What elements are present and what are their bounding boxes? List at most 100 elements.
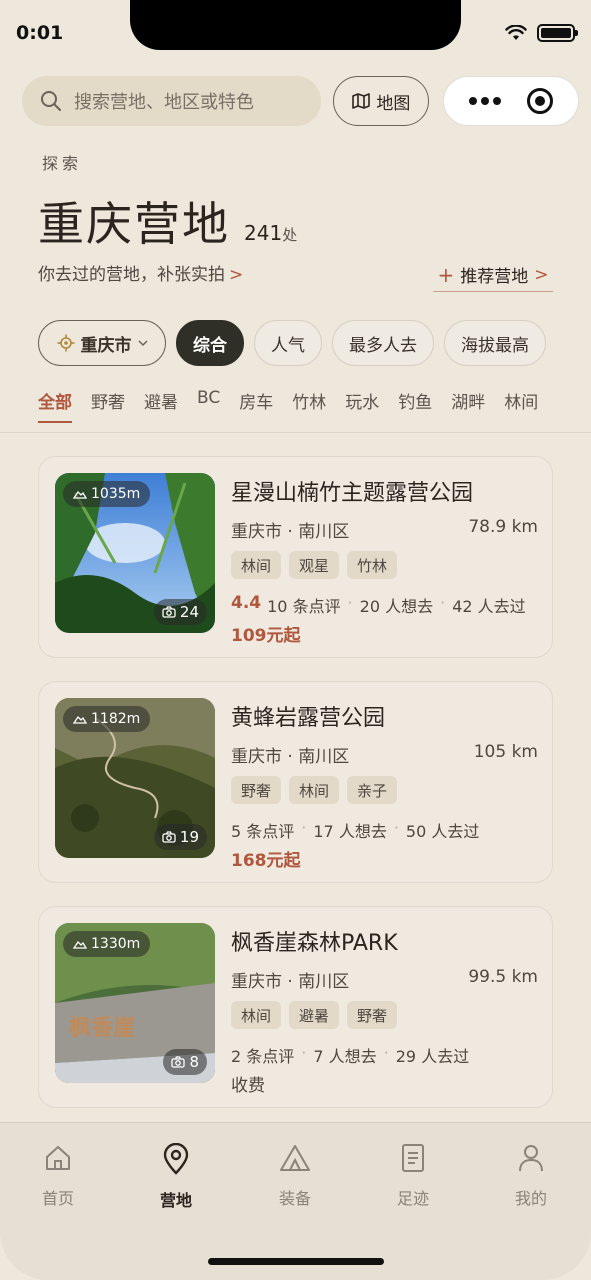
review-count: 10 条点评: [267, 597, 341, 616]
mountain-icon: [73, 940, 87, 949]
category-fishing[interactable]: 钓鱼: [398, 388, 432, 423]
camp-price: 收费: [231, 1076, 265, 1096]
camp-tag: 竹林: [347, 551, 398, 579]
camp-photo: 1035m 24: [55, 473, 215, 633]
camp-tag: 林间: [231, 551, 282, 579]
battery-icon: [537, 24, 578, 42]
camera-icon: [162, 831, 176, 843]
status-icons: [505, 24, 578, 42]
sub-row: 你去过的营地，补张实拍 > + 推荐营地 >: [38, 258, 553, 292]
camp-price: 168元起: [231, 851, 301, 871]
sort-popularity[interactable]: 人气: [254, 320, 322, 366]
map-icon: [352, 93, 371, 109]
wifi-icon: [505, 25, 527, 40]
top-bar: 搜索营地、地区或特色 地图: [22, 76, 580, 126]
miniprogram-capsule: [443, 76, 580, 126]
camp-tag: 野奢: [231, 776, 282, 804]
camp-tags: 野奢 林间 亲子: [231, 776, 398, 804]
category-glamping[interactable]: 野奢: [91, 388, 125, 423]
map-button[interactable]: 地图: [333, 76, 430, 126]
camp-distance: 78.9 km: [468, 517, 538, 537]
review-count: 5 条点评: [231, 822, 295, 841]
elevation-badge: 1035m: [63, 481, 151, 507]
camp-name: 黄蜂岩露营公园: [231, 706, 386, 731]
chevron-right-icon: >: [534, 264, 549, 285]
elevation-badge: 1330m: [63, 931, 151, 957]
category-tabs: 全部 野奢 避暑 BC 房车 竹林 玩水 钓鱼 湖畔 林间: [38, 388, 538, 423]
camp-distance: 99.5 km: [468, 967, 538, 987]
tab-profile[interactable]: 我的: [491, 1143, 571, 1209]
person-icon: [519, 1145, 543, 1172]
svg-text:枫香崖: 枫香崖: [69, 1015, 135, 1041]
tab-footprints[interactable]: 足迹: [373, 1143, 453, 1209]
camp-price: 109元起: [231, 626, 301, 646]
camp-card[interactable]: 1182m 19 黄蜂岩露营公园 重庆市 · 南川区 105 km 野奢 林间 …: [38, 681, 553, 883]
camp-tag: 亲子: [347, 776, 398, 804]
tab-label: 我的: [514, 1189, 547, 1208]
home-indicator: [208, 1258, 384, 1265]
search-input[interactable]: 搜索营地、地区或特色: [22, 76, 322, 126]
camp-tags: 林间 观星 竹林: [231, 551, 398, 579]
category-lakeside[interactable]: 湖畔: [451, 388, 485, 423]
section-label: 探索: [42, 154, 83, 173]
camp-stats: 5 条点评 · 17 人想去 · 50 人去过: [231, 818, 480, 841]
category-water[interactable]: 玩水: [345, 388, 379, 423]
divider: [0, 432, 591, 433]
tab-label: 首页: [41, 1189, 74, 1208]
recommend-camp-button[interactable]: + 推荐营地 >: [433, 258, 553, 292]
sort-most-visited[interactable]: 最多人去: [332, 320, 434, 366]
camp-photo: 1182m 19: [55, 698, 215, 858]
title-row: 重庆营地 241处: [38, 188, 297, 254]
camp-name: 枫香崖森林PARK: [231, 931, 398, 956]
close-miniprogram-icon[interactable]: [527, 88, 554, 114]
category-rv[interactable]: 房车: [239, 388, 273, 423]
locate-icon: [57, 334, 74, 352]
revisit-link[interactable]: 你去过的营地，补张实拍 >: [38, 260, 243, 285]
category-bc[interactable]: BC: [197, 388, 220, 423]
tab-camps[interactable]: 营地: [136, 1142, 216, 1211]
camp-tag: 林间: [231, 1001, 282, 1029]
category-bamboo[interactable]: 竹林: [292, 388, 326, 423]
camp-rating: 4.4: [231, 593, 262, 613]
camp-distance: 105 km: [473, 742, 538, 762]
want-count: 20 人想去: [359, 597, 434, 616]
more-icon[interactable]: [469, 97, 502, 105]
photo-count-badge: 8: [163, 1049, 207, 1075]
bottom-tab-bar: 首页 营地 装备 足迹 我的: [0, 1122, 591, 1280]
been-count: 29 人去过: [395, 1047, 470, 1066]
camp-card[interactable]: 枫香崖 1330m 8 枫香崖森林PARK 重庆市 · 南川区 99.5 km …: [38, 906, 553, 1108]
notebook-icon: [402, 1144, 424, 1172]
mountain-icon: [73, 490, 87, 499]
tab-label: 营地: [159, 1191, 192, 1210]
camp-tag: 林间: [289, 776, 340, 804]
camp-stats: 4.4 10 条点评 · 20 人想去 · 42 人去过: [231, 593, 526, 616]
map-button-label: 地图: [376, 93, 411, 114]
search-icon: [41, 91, 61, 111]
camera-icon: [162, 606, 176, 618]
mountain-icon: [73, 715, 87, 724]
category-all[interactable]: 全部: [38, 388, 72, 423]
category-summer[interactable]: 避暑: [144, 388, 178, 423]
been-count: 42 人去过: [452, 597, 526, 616]
tab-home[interactable]: 首页: [18, 1143, 98, 1209]
camp-location: 重庆市 · 南川区: [231, 522, 350, 542]
recommend-label: 推荐营地: [460, 267, 529, 287]
sort-highest-altitude[interactable]: 海拔最高: [444, 320, 546, 366]
search-placeholder: 搜索营地、地区或特色: [74, 92, 254, 113]
tab-label: 足迹: [396, 1189, 429, 1208]
city-label: 重庆市: [80, 335, 132, 356]
sort-comprehensive[interactable]: 综合: [176, 320, 244, 366]
chevron-right-icon: >: [229, 265, 244, 285]
tab-gear[interactable]: 装备: [255, 1143, 335, 1209]
city-selector[interactable]: 重庆市: [38, 320, 166, 366]
been-count: 50 人去过: [405, 822, 480, 841]
camp-card[interactable]: 1035m 24 星漫山楠竹主题露营公园 重庆市 · 南川区 78.9 km 林…: [38, 456, 553, 658]
category-forest[interactable]: 林间: [504, 388, 538, 423]
want-count: 17 人想去: [313, 822, 387, 841]
review-count: 2 条点评: [231, 1047, 295, 1066]
camera-icon: [171, 1056, 186, 1068]
want-count: 7 人想去: [313, 1047, 377, 1066]
elevation-badge: 1182m: [63, 706, 151, 732]
camp-location: 重庆市 · 南川区: [231, 972, 350, 992]
photo-count-badge: 24: [153, 599, 207, 625]
